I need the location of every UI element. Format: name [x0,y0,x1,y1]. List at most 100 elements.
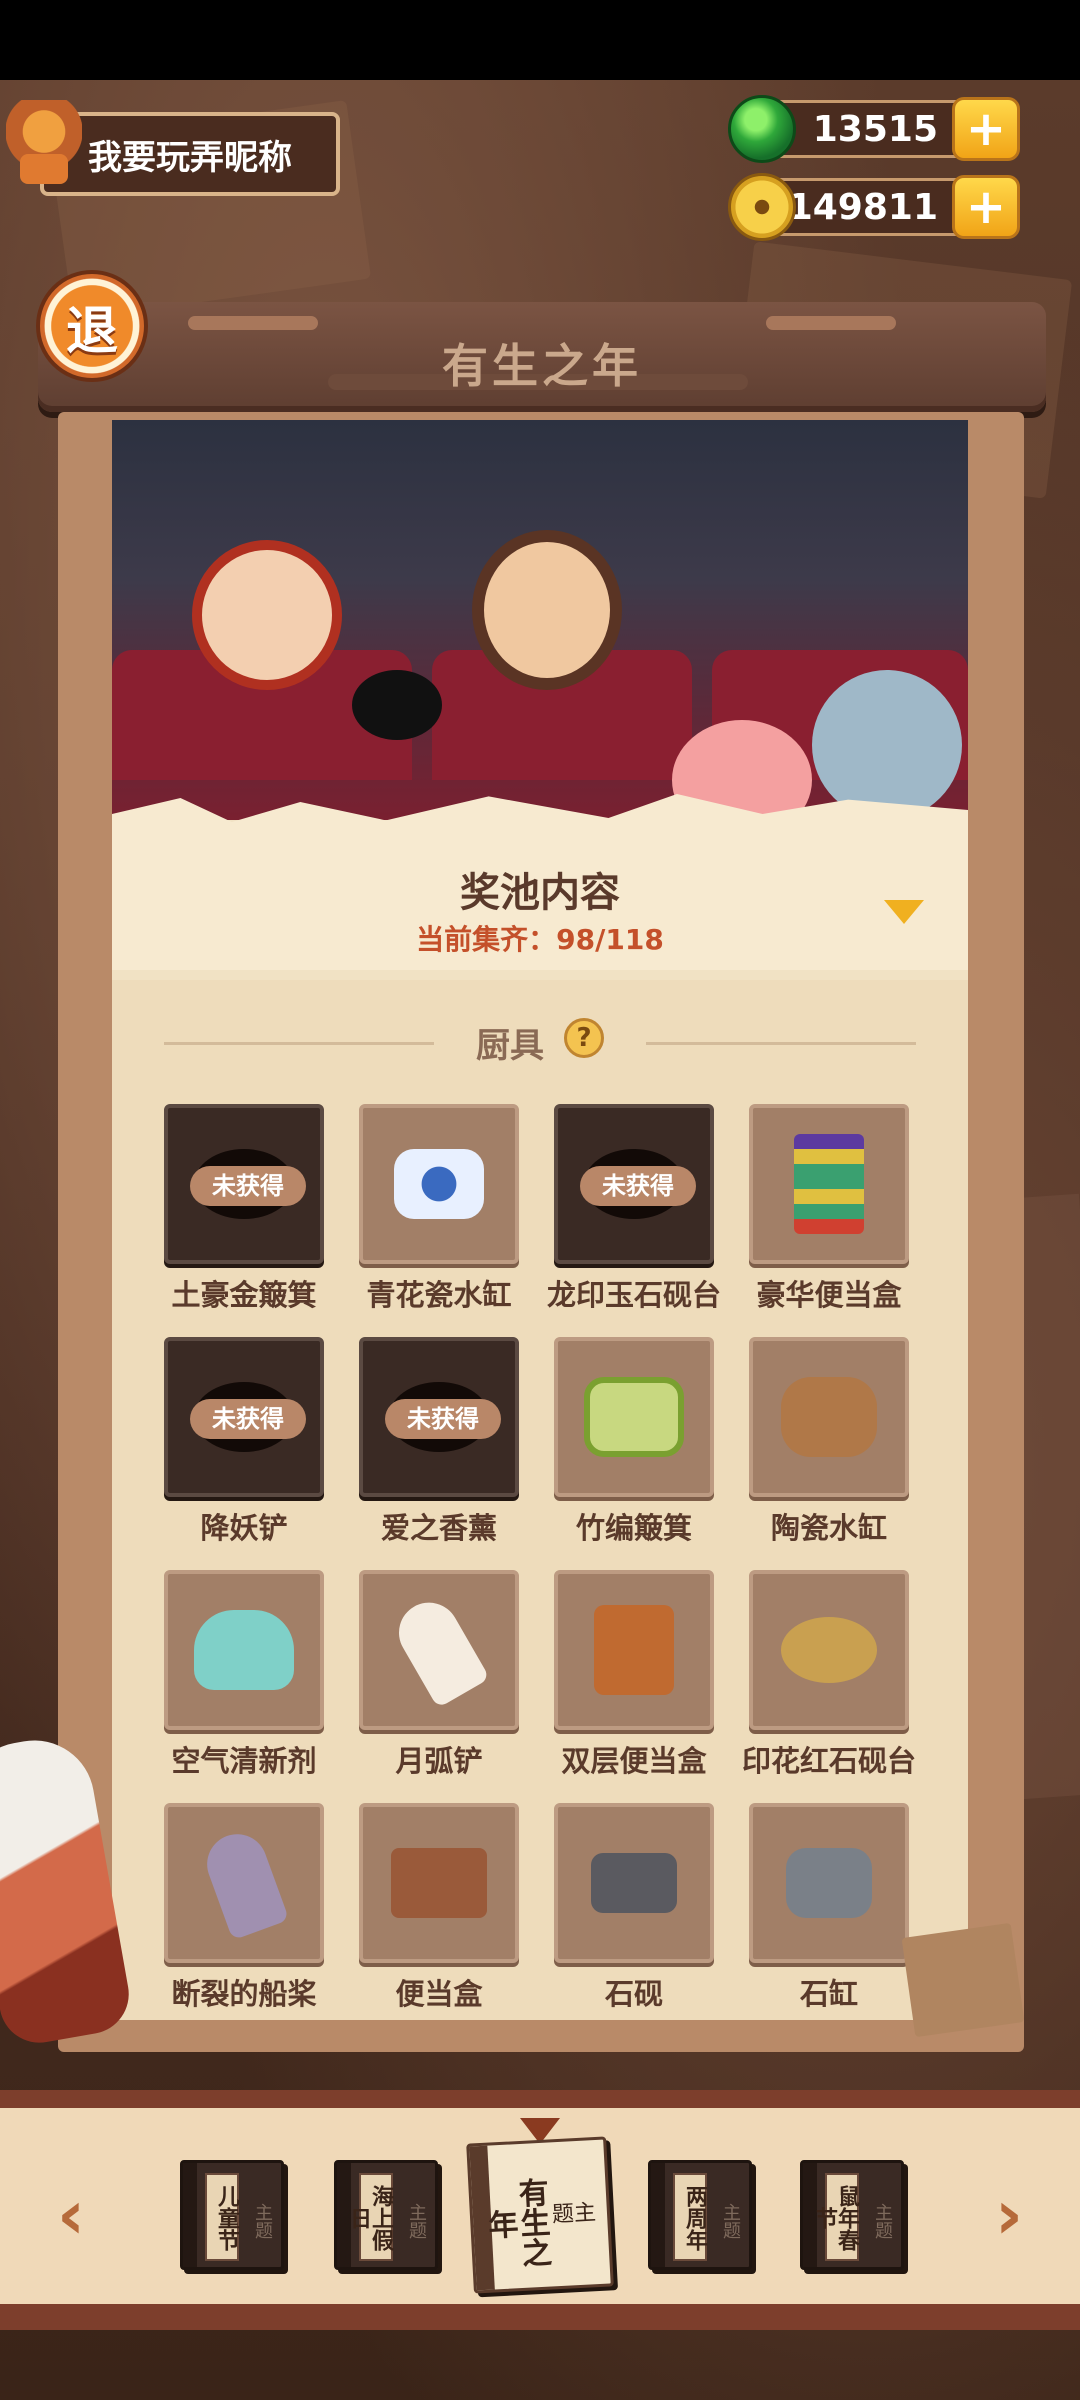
item-tile[interactable] [749,1104,909,1264]
item-cell[interactable]: 双层便当盒 [554,1570,714,1780]
locked-badge: 未获得 [190,1399,306,1439]
item-name: 石缸 [799,1977,858,2011]
coin-value: 149811 [787,186,938,228]
item-art-icon [786,1848,872,1918]
item-tile[interactable]: 未获得 [554,1104,714,1264]
item-art-icon [394,1149,484,1219]
item-cell[interactable]: 未获得降妖铲 [164,1337,324,1547]
prev-theme-button[interactable]: ‹ [46,2182,96,2250]
item-name: 双层便当盒 [561,1744,707,1778]
item-cell[interactable]: 断裂的船桨 [164,1803,324,2013]
theme-label: 两周年 [673,2173,707,2261]
theme-stamp: 主题 [872,2203,893,2239]
add-jade-button[interactable]: + [952,97,1020,161]
item-name: 龙印玉石砚台 [546,1278,721,1312]
item-tile[interactable]: 未获得 [359,1337,519,1497]
item-tile[interactable] [554,1803,714,1963]
status-bar [0,0,1080,80]
book-spine [183,2163,197,2267]
theme-label: 鼠年春节 [812,2173,859,2261]
help-icon[interactable]: ? [564,1018,604,1058]
item-cell[interactable]: 未获得 爱之香薰 [359,1337,519,1547]
coin-counter: 149811 + [728,173,1020,241]
theme-label: 海上假日 [346,2173,393,2261]
item-art-icon [391,1848,487,1918]
theme-book[interactable]: 儿童节 主题 [180,2160,284,2270]
add-coin-button[interactable]: + [952,175,1020,239]
item-tile[interactable] [749,1337,909,1497]
title-banner: 有生之年 [38,302,1046,412]
item-art-icon [591,1853,677,1913]
theme-book[interactable]: 有生之年 主题 [466,2136,614,2294]
item-tile[interactable] [164,1570,324,1730]
item-art-icon [794,1134,864,1234]
theme-book[interactable]: 两周年 主题 [648,2160,752,2270]
item-cell[interactable]: 空气清新剂 [164,1570,324,1780]
item-art-icon [594,1605,674,1695]
item-tile[interactable] [554,1337,714,1497]
collapse-arrow-icon[interactable] [884,900,924,924]
next-theme-button[interactable]: › [984,2182,1034,2250]
jade-icon [728,95,796,163]
locked-badge: 未获得 [580,1166,696,1206]
item-name: 陶瓷水缸 [770,1511,887,1545]
collection-progress: 当前集齐：98/118 [416,923,664,956]
item-tile[interactable] [359,1803,519,1963]
item-tile[interactable]: 未获得 [164,1104,324,1264]
section-title: 厨具 [476,1026,544,1066]
item-tile[interactable] [554,1570,714,1730]
locked-badge: 未获得 [190,1166,306,1206]
pool-header[interactable]: 奖池内容 当前集齐：98/118 [112,840,968,970]
banner-rod [766,316,896,330]
item-name: 降妖铲 [200,1511,288,1545]
item-cell[interactable]: 未获得土豪金簸箕 [164,1104,324,1314]
page-title: 有生之年 [442,339,642,393]
item-cell[interactable]: 便当盒 [359,1803,519,2013]
item-tile[interactable] [164,1803,324,1963]
item-cell[interactable]: 石砚 [554,1803,714,2013]
kitchenware-section: 厨具 ? 未获得 土豪金簸箕 青花瓷水缸 未获得 龙印玉石砚台 豪华便当盒 未获得 降妖铲 未获… [112,980,968,2020]
hero-background-calligraphy [142,440,742,550]
item-cell[interactable]: 石缸 [749,1803,909,2013]
nickname-panel[interactable]: 我要玩弄昵称 [40,112,340,196]
item-name: 印花红石砚台 [741,1744,916,1778]
theme-label: 有生之年 [481,2176,552,2269]
item-name: 石砚 [604,1977,663,2011]
item-tile[interactable] [359,1104,519,1264]
item-cell[interactable]: 月弧铲 [359,1570,519,1780]
item-name: 月弧铲 [395,1744,483,1778]
item-tile[interactable] [359,1570,519,1730]
item-name: 爱之香薰 [380,1511,497,1545]
theme-book[interactable]: 鼠年春节 主题 [800,2160,904,2270]
item-art-icon [584,1377,684,1457]
item-cell[interactable]: 未获得龙印玉石砚台 [547,1104,721,1314]
chef-avatar-icon[interactable] [6,100,82,190]
item-cell[interactable]: 印花红石砚台 [742,1570,916,1780]
exit-button[interactable]: 退 [36,270,148,382]
pool-title: 奖池内容 [460,870,620,916]
item-art-icon [781,1377,877,1457]
jade-value: 13515 [812,108,938,150]
item-name: 竹编簸箕 [575,1511,692,1545]
banner-rod [188,316,318,330]
item-art-icon [198,1825,290,1941]
theme-book[interactable]: 海上假日 主题 [334,2160,438,2270]
theme-label: 儿童节 [205,2173,239,2261]
item-tile[interactable] [749,1570,909,1730]
character-portrait [472,530,622,690]
item-cell[interactable]: 陶瓷水缸 [749,1337,909,1547]
item-cell[interactable]: 豪华便当盒 [749,1104,909,1314]
item-name: 便当盒 [395,1977,483,2011]
item-cell[interactable]: 青花瓷水缸 [359,1104,519,1314]
jade-counter: 13515 + [728,95,1020,163]
item-name: 豪华便当盒 [756,1278,902,1312]
item-tile[interactable] [749,1803,909,1963]
coin-icon [728,173,796,241]
corner-paper [901,1922,1025,2038]
item-art-icon [781,1617,877,1683]
item-cell[interactable]: 竹编簸箕 [554,1337,714,1547]
item-tile[interactable]: 未获得 [164,1337,324,1497]
book-spine [651,2163,665,2267]
theme-stamp: 主题 [252,2203,273,2239]
item-name: 土豪金簸箕 [171,1278,317,1312]
